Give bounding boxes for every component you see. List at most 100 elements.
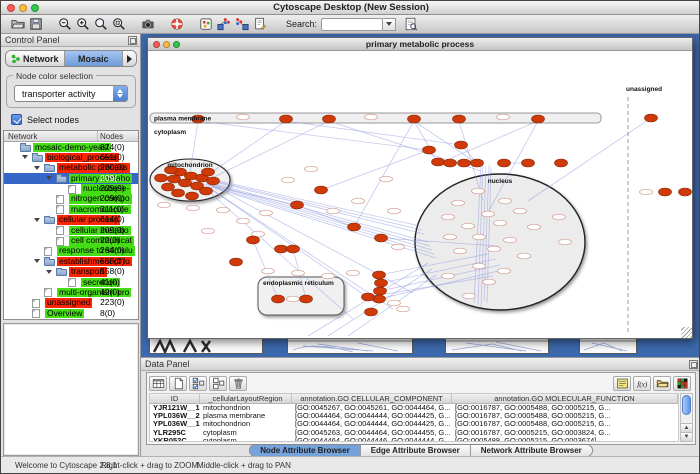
tab-network-attribute-browser[interactable]: Network Attribute Browser — [471, 445, 592, 456]
attribute-notes-icon[interactable] — [613, 376, 631, 391]
tree-row-nucleobase-[interactable]: nucleobase-209(0) — [4, 184, 138, 194]
formula-icon[interactable]: f(x) — [633, 376, 651, 391]
network-node-label[interactable] — [518, 253, 531, 259]
network-node-selected[interactable] — [202, 168, 215, 176]
network-node-label[interactable] — [462, 223, 475, 229]
network-node-label[interactable] — [347, 270, 360, 276]
expand-arrow-icon[interactable] — [34, 166, 40, 170]
network-node-selected[interactable] — [432, 158, 445, 166]
network-node-label[interactable] — [498, 268, 511, 274]
table-scrollbar[interactable]: ▲ ▼ — [680, 393, 693, 442]
network-node-selected[interactable] — [186, 192, 199, 200]
background-window-1[interactable] — [149, 337, 263, 354]
network-node-selected[interactable] — [280, 115, 293, 123]
tab-edge-attribute-browser[interactable]: Edge Attribute Browser — [361, 445, 471, 456]
select-attributes-icon[interactable] — [189, 376, 207, 391]
network-node-label[interactable] — [473, 234, 486, 240]
table-row[interactable]: YPL036W__2plasma membrane[GO:0044464, GO… — [150, 412, 678, 420]
network-node-label[interactable] — [292, 270, 305, 276]
network-node-selected[interactable] — [375, 234, 388, 242]
network-node-selected[interactable] — [362, 293, 375, 301]
network-node-selected[interactable] — [230, 258, 243, 266]
network-node-label[interactable] — [454, 248, 467, 254]
network-node-selected[interactable] — [455, 141, 468, 149]
network-node-label[interactable] — [388, 300, 401, 306]
table-column-header[interactable]: annotation.GO CELLULAR_COMPONENT — [292, 394, 452, 403]
network-node-selected[interactable] — [275, 245, 288, 253]
select-nodes-checkbox-row[interactable]: Select nodes — [11, 114, 79, 125]
network-node-label[interactable] — [392, 244, 405, 250]
network-node-label[interactable] — [322, 273, 335, 279]
network-node-selected[interactable] — [365, 308, 378, 316]
frame-resize-grip[interactable] — [681, 327, 692, 338]
tree-row-metabolic-process[interactable]: metabolic process280(0) — [4, 163, 138, 173]
network-node-selected[interactable] — [348, 223, 361, 231]
table-column-header[interactable]: ID — [150, 394, 200, 403]
tree-row-response-to-stimulu[interactable]: response to stimulu264(0) — [4, 246, 138, 256]
heatmap-icon[interactable] — [673, 376, 691, 391]
network-node-label[interactable] — [388, 208, 401, 214]
network-node-selected[interactable] — [323, 115, 336, 123]
tree-row-macromolecule[interactable]: macromolecule311(0) — [4, 204, 138, 214]
expand-arrow-icon[interactable] — [46, 270, 52, 274]
zoom-fit-icon[interactable] — [92, 16, 110, 33]
network-node-selected[interactable] — [247, 236, 260, 244]
background-window-2[interactable] — [287, 337, 413, 354]
tree-row-overview[interactable]: Overview8(0) — [4, 308, 138, 318]
network-node-selected[interactable] — [498, 159, 511, 167]
tree-row-primary-metabo[interactable]: primary metabo209(... — [4, 173, 138, 183]
network-node-label[interactable] — [365, 114, 378, 120]
network-node-selected[interactable] — [423, 146, 436, 154]
network-node-label[interactable] — [397, 306, 410, 312]
network-node-label[interactable] — [287, 296, 300, 302]
search-dropdown-button[interactable] — [383, 18, 396, 31]
network-node-label[interactable] — [158, 202, 171, 208]
save-icon[interactable] — [27, 16, 45, 33]
network-node-selected[interactable] — [645, 114, 658, 122]
network-node-label[interactable] — [282, 177, 295, 183]
table-icon[interactable] — [149, 376, 167, 391]
network-node-selected[interactable] — [207, 177, 220, 185]
table-row[interactable]: YLR295Ccytoplasm[GO:0045263, GO:0044464,… — [150, 429, 678, 437]
search-options-icon[interactable] — [402, 16, 420, 33]
network-node-label[interactable] — [473, 263, 486, 269]
unselect-attributes-icon[interactable] — [209, 376, 227, 391]
network-node-label[interactable] — [380, 176, 393, 182]
layout-icon-1[interactable] — [215, 16, 233, 33]
network-node-label[interactable] — [488, 246, 501, 252]
network-node-label[interactable] — [262, 268, 275, 274]
network-node-label[interactable] — [260, 210, 273, 216]
network-node-label[interactable] — [327, 208, 340, 214]
node-color-dropdown[interactable]: transporter activity — [14, 85, 128, 102]
tree-row-biological-process[interactable]: biological_process651(0) — [4, 152, 138, 162]
network-node-selected[interactable] — [532, 115, 545, 123]
network-node-label[interactable] — [442, 214, 455, 220]
network-node-label[interactable] — [217, 207, 230, 213]
network-node-selected[interactable] — [458, 159, 471, 167]
network-node-label[interactable] — [187, 205, 200, 211]
tree-row-transport[interactable]: transport558(0) — [4, 267, 138, 277]
network-canvas[interactable]: plasma membranecytoplasmmitochondrionnuc… — [148, 51, 692, 338]
help-icon[interactable] — [168, 16, 186, 33]
network-frame-titlebar[interactable]: primary metabolic process — [148, 38, 692, 51]
tree-row-establishment-of-lo[interactable]: establishment of lo558(0) — [4, 256, 138, 266]
tab-node-attribute-browser[interactable]: Node Attribute Browser — [250, 445, 361, 456]
network-node-selected[interactable] — [315, 186, 328, 194]
background-window-4[interactable] — [579, 337, 637, 354]
tab-mosaic[interactable]: Mosaic — [65, 51, 124, 66]
import-attributes-icon[interactable] — [653, 376, 671, 391]
background-window-3[interactable] — [445, 337, 549, 354]
table-column-header[interactable]: annotation.GO MOLECULAR_FUNCTION — [452, 394, 678, 403]
network-node-selected[interactable] — [272, 295, 285, 303]
expand-arrow-icon[interactable] — [34, 259, 40, 263]
network-node-selected[interactable] — [659, 188, 672, 196]
open-icon[interactable] — [9, 16, 27, 33]
network-node-selected[interactable] — [555, 159, 568, 167]
tree-row-cell-communicat[interactable]: cell communicat22(0) — [4, 236, 138, 246]
tree-row-cellular-process[interactable]: cellular process614(0) — [4, 215, 138, 225]
tree-row-cellular-metabo[interactable]: cellular metabo209(0) — [4, 225, 138, 235]
network-node-selected[interactable] — [200, 187, 213, 195]
scrollbar-thumb[interactable] — [682, 395, 691, 415]
tab-scroll-right-button[interactable] — [123, 51, 136, 66]
expand-arrow-icon[interactable] — [22, 155, 28, 159]
